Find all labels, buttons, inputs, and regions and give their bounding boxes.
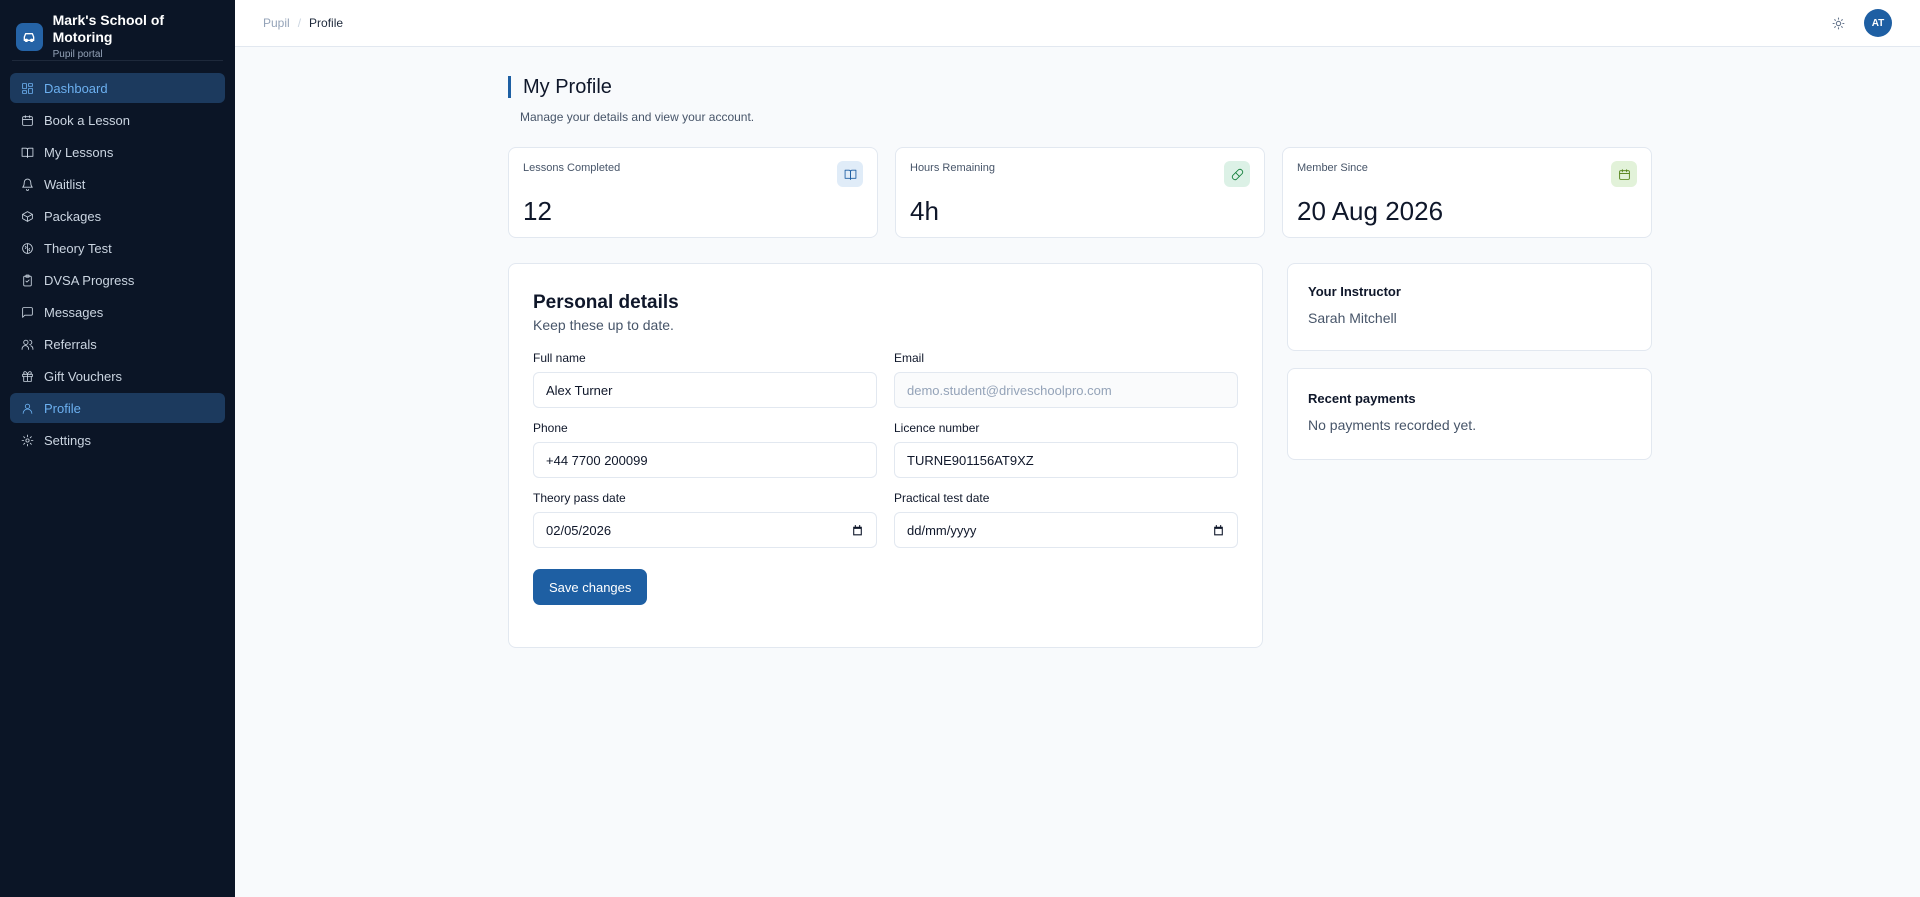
form-subtitle: Keep these up to date. [533, 317, 674, 333]
full-name-input[interactable]: Alex Turner [533, 372, 877, 408]
breadcrumb-pupil[interactable]: Pupil [263, 16, 290, 30]
licence-field: Licence number TURNE901156AT9XZ [894, 421, 1238, 478]
package-icon [20, 209, 34, 223]
full-name-field: Full name Alex Turner [533, 351, 877, 408]
phone-label: Phone [533, 421, 568, 435]
practical-date-field: Practical test date dd/mm/yyyy [894, 491, 1238, 548]
sidebar-item-label: Settings [44, 432, 91, 448]
brand[interactable]: Mark's School of Motoring Pupil portal [0, 0, 235, 60]
phone-field: Phone +44 7700 200099 [533, 421, 877, 478]
stat-value: 20 Aug 2026 [1297, 196, 1444, 226]
page-subtitle: Manage your details and view your accoun… [520, 110, 755, 124]
phone-input[interactable]: +44 7700 200099 [533, 442, 877, 478]
full-name-label: Full name [533, 351, 586, 365]
page-title-wrap: My Profile [508, 76, 1652, 98]
calendar-icon[interactable] [851, 524, 864, 537]
car-icon [16, 23, 43, 51]
theme-toggle-button[interactable] [1826, 11, 1850, 35]
sidebar-item-theory-test[interactable]: Theory Test [10, 233, 225, 263]
book-open-icon [837, 161, 863, 187]
sidebar-item-dashboard[interactable]: Dashboard [10, 73, 225, 103]
email-input: demo.student@driveschoolpro.com [894, 372, 1238, 408]
main-content: My Profile Manage your details and view … [508, 47, 1652, 648]
sidebar-item-label: Profile [44, 400, 81, 416]
user-icon [20, 401, 34, 415]
stat-label: Member Since [1297, 162, 1368, 174]
practical-date-label: Practical test date [894, 491, 990, 505]
licence-label: Licence number [894, 421, 980, 435]
instructor-title: Your Instructor [1308, 284, 1401, 299]
instructor-card: Your Instructor Sarah Mitchell [1287, 263, 1652, 351]
dashboard-icon [20, 81, 34, 95]
sidebar-nav: Dashboard Book a Lesson My Lessons Waitlist… [0, 61, 235, 455]
sidebar-item-my-lessons[interactable]: My Lessons [10, 137, 225, 167]
sidebar-item-book-a-lesson[interactable]: Book a Lesson [10, 105, 225, 135]
theory-date-label: Theory pass date [533, 491, 626, 505]
bell-icon [20, 177, 34, 191]
page-title: My Profile [523, 75, 612, 98]
sidebar-item-label: Waitlist [44, 176, 86, 192]
message-icon [20, 305, 34, 319]
sidebar-item-label: Messages [44, 304, 104, 320]
brand-name: Mark's School of Motoring [52, 12, 165, 45]
sidebar: Mark's School of Motoring Pupil portal D… [0, 0, 235, 897]
breadcrumb: Pupil / Profile [263, 16, 343, 30]
stat-label: Lessons Completed [523, 162, 621, 174]
sidebar-item-dvsa-progress[interactable]: DVSA Progress [10, 265, 225, 295]
sidebar-item-gift-vouchers[interactable]: Gift Vouchers [10, 361, 225, 391]
users-icon [20, 337, 34, 351]
brain-icon [20, 241, 34, 255]
sun-icon [1832, 17, 1844, 29]
theory-date-input[interactable]: 02/05/2026 [533, 512, 877, 548]
email-field: Email demo.student@driveschoolpro.com [894, 351, 1238, 408]
save-changes-button[interactable]: Save changes [533, 569, 648, 605]
sidebar-item-waitlist[interactable]: Waitlist [10, 169, 225, 199]
sidebar-item-label: Packages [44, 208, 102, 224]
calendar-icon [1611, 161, 1637, 187]
brand-subtitle: Pupil portal [52, 49, 103, 60]
calendar-icon[interactable] [1212, 524, 1225, 537]
email-label: Email [894, 351, 925, 365]
theory-date-field: Theory pass date 02/05/2026 [533, 491, 877, 548]
instructor-name: Sarah Mitchell [1308, 310, 1397, 326]
gift-icon [20, 369, 34, 383]
practical-date-input[interactable]: dd/mm/yyyy [894, 512, 1238, 548]
theory-date-value: 02/05/2026 [546, 522, 612, 538]
sidebar-item-label: Theory Test [44, 240, 112, 256]
clipboard-icon [20, 273, 34, 287]
sidebar-item-label: Book a Lesson [44, 112, 131, 128]
stat-card-lessons-completed: Lessons Completed 12 [508, 147, 878, 238]
stat-card-member-since: Member Since 20 Aug 2026 [1282, 147, 1652, 238]
breadcrumb-current: Profile [309, 16, 344, 30]
gear-icon [20, 433, 34, 447]
practical-date-placeholder: dd/mm/yyyy [907, 522, 977, 538]
breadcrumb-separator: / [297, 16, 302, 30]
form-title: Personal details [533, 292, 679, 313]
stat-label: Hours Remaining [910, 162, 995, 174]
pill-icon [1224, 161, 1250, 187]
sidebar-item-packages[interactable]: Packages [10, 201, 225, 231]
top-bar: Pupil / Profile AT [235, 0, 1920, 47]
stats-row: Lessons Completed 12 Hours Remaining 4h Memb… [508, 147, 1652, 238]
payments-title: Recent payments [1308, 391, 1416, 406]
sidebar-item-referrals[interactable]: Referrals [10, 329, 225, 359]
sidebar-item-label: My Lessons [44, 144, 114, 160]
sidebar-item-profile[interactable]: Profile [10, 393, 225, 423]
avatar[interactable]: AT [1864, 9, 1892, 37]
calendar-icon [20, 113, 34, 127]
sidebar-item-label: DVSA Progress [44, 272, 135, 288]
book-icon [20, 145, 34, 159]
payments-card: Recent payments No payments recorded yet… [1287, 368, 1652, 460]
stat-value: 12 [523, 196, 552, 226]
stat-card-hours-remaining: Hours Remaining 4h [895, 147, 1265, 238]
sidebar-item-label: Dashboard [44, 80, 108, 96]
payments-empty: No payments recorded yet. [1308, 417, 1477, 433]
personal-details-card: Personal details Keep these up to date. … [508, 263, 1263, 648]
sidebar-item-label: Referrals [44, 336, 97, 352]
sidebar-item-settings[interactable]: Settings [10, 425, 225, 455]
licence-input[interactable]: TURNE901156AT9XZ [894, 442, 1238, 478]
sidebar-item-messages[interactable]: Messages [10, 297, 225, 327]
sidebar-item-label: Gift Vouchers [44, 368, 123, 384]
stat-value: 4h [910, 196, 939, 226]
